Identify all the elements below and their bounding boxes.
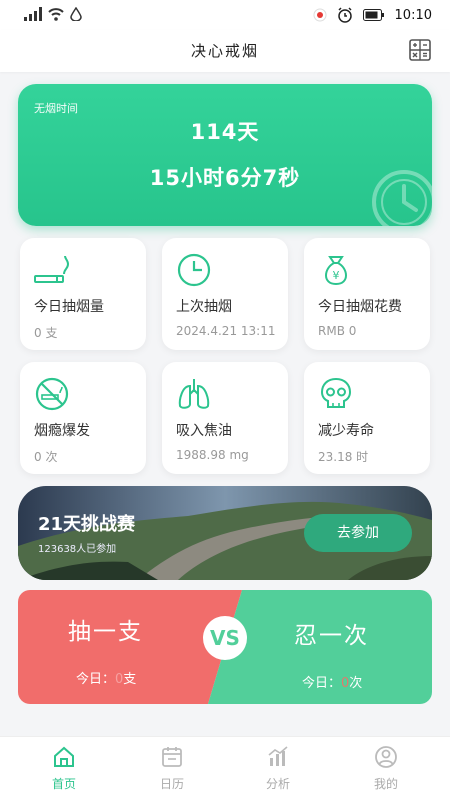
status-icons-right: 10:10: [313, 7, 432, 23]
tab-label: 分析: [265, 777, 290, 791]
no-smoking-icon: [35, 377, 69, 411]
calculator-icon[interactable]: [408, 38, 432, 62]
smoke-free-timer-card: 无烟时间 114天 15小时6分7秒: [18, 84, 432, 226]
today-prefix: 今日：: [302, 676, 342, 691]
smoke-free-days: 114天: [190, 120, 260, 144]
clock-icon: [177, 253, 211, 287]
tab-analysis[interactable]: 分析: [248, 745, 308, 792]
stat-card-life-reduced[interactable]: 减少寿命 23.18 时: [304, 362, 430, 474]
tab-calendar[interactable]: 日历: [142, 745, 202, 792]
versus-panel: 抽一支 今日：0支 忍一次 今日：0次 VS: [18, 590, 432, 704]
count-unit: 支: [123, 672, 137, 687]
battery-icon: [362, 9, 384, 21]
challenge-participants: 123638人已参加: [38, 544, 117, 555]
skull-icon: [320, 377, 352, 408]
challenge-banner[interactable]: 21天挑战赛 123638人已参加 去参加: [18, 486, 432, 580]
status-time: 10:10: [394, 7, 432, 23]
status-bar: 10:10: [0, 0, 450, 30]
stat-card-last-smoke[interactable]: 上次抽烟 2024.4.21 13:11: [162, 238, 288, 350]
join-challenge-button[interactable]: 去参加: [304, 514, 412, 552]
stat-value: 23.18 时: [318, 450, 369, 464]
vs-badge: VS: [203, 616, 247, 660]
tab-profile[interactable]: 我的: [356, 745, 416, 792]
smoke-one-title: 抽一支: [68, 619, 143, 645]
stat-card-today-cost[interactable]: ¥ 今日抽烟花费 RMB 0: [304, 238, 430, 350]
resist-once-title: 忍一次: [294, 623, 369, 649]
recording-icon: [313, 8, 327, 22]
svg-text:¥: ¥: [333, 269, 340, 282]
stat-card-tar[interactable]: 吸入焦油 1988.98 mg: [162, 362, 288, 474]
stat-card-craving[interactable]: 烟瘾爆发 0 次: [20, 362, 146, 474]
stat-title: 今日抽烟量: [34, 299, 104, 315]
stat-value: 0 次: [34, 450, 58, 464]
count-unit: 次: [349, 676, 363, 691]
alarm-icon: [337, 7, 352, 23]
stat-title: 吸入焦油: [176, 423, 232, 439]
cigarette-icon: [34, 255, 70, 283]
tab-home[interactable]: 首页: [34, 745, 94, 792]
stat-value: 1988.98 mg: [176, 448, 249, 462]
signal-icon: [24, 7, 42, 21]
stat-title: 减少寿命: [318, 423, 374, 439]
stat-title: 今日抽烟花费: [318, 299, 402, 315]
status-icons-left: [24, 7, 82, 21]
stat-title: 上次抽烟: [176, 299, 232, 315]
nav-bar: 决心戒烟: [0, 30, 450, 72]
tab-label: 我的: [373, 777, 398, 791]
stat-value: 0 支: [34, 326, 58, 340]
bottom-tab-bar: 首页 日历 分析 我的: [0, 736, 450, 800]
stat-value: RMB 0: [318, 324, 357, 338]
tab-label: 首页: [51, 777, 76, 791]
drop-icon: [70, 7, 82, 21]
smoke-free-label: 无烟时间: [34, 102, 78, 115]
home-icon: [54, 746, 74, 767]
wifi-icon: [48, 8, 64, 21]
user-icon: [375, 746, 397, 768]
tab-label: 日历: [159, 777, 184, 791]
stat-card-today-smoked[interactable]: 今日抽烟量 0 支: [20, 238, 146, 350]
chart-icon: [268, 746, 288, 766]
page-title: 决心戒烟: [190, 42, 259, 60]
challenge-title: 21天挑战赛: [38, 514, 136, 535]
lungs-icon: [178, 379, 210, 409]
money-bag-icon: ¥: [325, 256, 347, 286]
stat-title: 烟瘾爆发: [34, 423, 90, 439]
stat-value: 2024.4.21 13:11: [176, 324, 276, 338]
clock-watermark-icon: [372, 170, 432, 226]
resist-once-today: 今日：0次: [302, 672, 362, 691]
calendar-icon: [162, 747, 182, 767]
today-prefix: 今日：: [76, 672, 116, 687]
smoke-one-today: 今日：0支: [76, 668, 136, 687]
